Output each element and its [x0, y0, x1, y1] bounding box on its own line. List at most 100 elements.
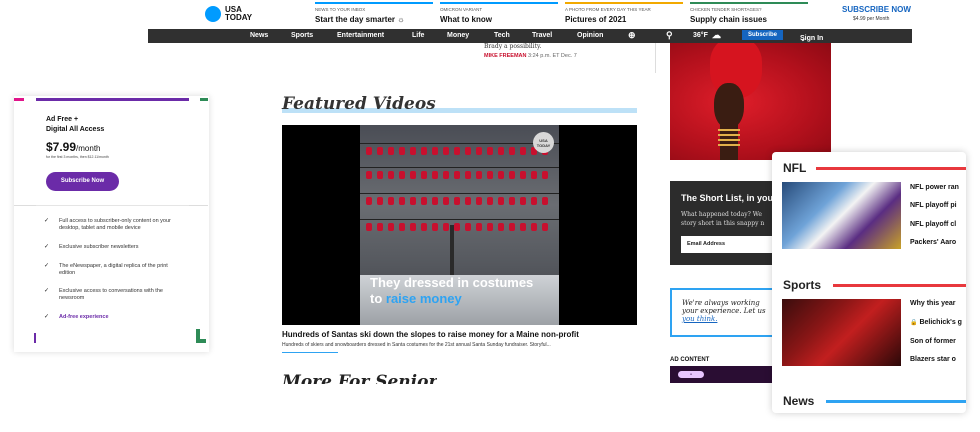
- cloud-icon: ☁: [712, 30, 721, 40]
- santa-figure: [454, 223, 460, 231]
- weather-temp[interactable]: 36°F: [693, 32, 708, 39]
- santa-figure: [443, 147, 449, 155]
- promo-newsletter[interactable]: NEWS TO YOUR INBOX Start the day smarter…: [315, 2, 433, 28]
- santa-figure: [509, 147, 515, 155]
- nav-travel[interactable]: Travel: [532, 32, 552, 39]
- feature-item: ✓ The eNewspaper, a digital replica of th…: [44, 263, 168, 276]
- santa-figure: [487, 197, 493, 205]
- santa-figure: [421, 147, 427, 155]
- santa-figure: [465, 197, 471, 205]
- featured-videos-title: Featured Videos: [282, 94, 436, 114]
- video-caption: They dressed in costumes: [370, 275, 534, 290]
- more-menu-icon[interactable]: ⊕: [628, 30, 636, 41]
- santa-figure: [443, 171, 449, 179]
- santa-figure: [520, 171, 526, 179]
- newsletter-signup: The Short List, in your What happened to…: [670, 181, 773, 265]
- nfl-story[interactable]: NFL power ran: [910, 184, 959, 191]
- santa-figure: [465, 171, 471, 179]
- video-description: Hundreds of skiers and snowboarders dres…: [282, 342, 551, 348]
- search-icon[interactable]: ⚲: [666, 30, 673, 41]
- santa-figure: [410, 171, 416, 179]
- nfl-story[interactable]: NFL playoff pi: [910, 202, 957, 209]
- nav-news[interactable]: News: [250, 32, 268, 39]
- offer-fine-print: for the first 3 months, then $12.11/mont…: [46, 155, 109, 159]
- corner-bracket: [196, 329, 206, 343]
- sports-story[interactable]: Blazers star o: [910, 356, 956, 363]
- santa-figure: [366, 171, 372, 179]
- usa-today-logo-dot[interactable]: [205, 6, 221, 22]
- nfl-story[interactable]: NFL playoff cl: [910, 221, 956, 228]
- santa-figure: [432, 223, 438, 231]
- main-nav: News Sports Entertainment Life Money Tec…: [148, 29, 912, 43]
- santa-figure: [509, 223, 515, 231]
- santa-figure: [399, 223, 405, 231]
- santa-figure: [432, 147, 438, 155]
- feature-item: ✓ Exclusive access to conversations with …: [44, 288, 163, 301]
- santa-figure: [454, 197, 460, 205]
- santa-figure: [476, 197, 482, 205]
- section-title-news[interactable]: News: [783, 394, 814, 408]
- promo-omicron[interactable]: OMICRON VARIANT What to know: [440, 2, 558, 28]
- santa-figure: [366, 147, 372, 155]
- nav-subscribe-button[interactable]: Subscribe: [742, 30, 784, 40]
- article-byline: MIKE FREEMAN 3:24 p.m. ET Dec. 7: [484, 53, 577, 59]
- sports-thumbnail[interactable]: [782, 299, 901, 366]
- video-headline[interactable]: Hundreds of Santas ski down the slopes t…: [282, 330, 579, 339]
- santa-figure: [377, 171, 383, 179]
- offer-title: Ad Free + Digital All Access: [46, 116, 105, 133]
- sports-story[interactable]: Son of former: [910, 338, 956, 345]
- usa-today-logo-text[interactable]: USA TODAY: [225, 6, 252, 22]
- sports-story[interactable]: Why this year: [910, 300, 956, 307]
- nfl-thumbnail[interactable]: [782, 182, 901, 249]
- santa-figure: [454, 147, 460, 155]
- santa-figure: [454, 171, 460, 179]
- feedback-box[interactable]: We're always working your experience. Let…: [670, 288, 773, 337]
- subscribe-now-link[interactable]: SUBSCRIBE NOW: [842, 5, 911, 14]
- hero-image[interactable]: [670, 43, 831, 160]
- santa-figure: [520, 223, 526, 231]
- check-icon: ✓: [44, 288, 50, 294]
- santa-figure: [432, 197, 438, 205]
- section-rule: [816, 167, 966, 170]
- nav-money[interactable]: Money: [447, 32, 469, 39]
- santa-figure: [465, 147, 471, 155]
- ad-content-label: AD CONTENT: [670, 357, 710, 363]
- santa-figure: [399, 171, 405, 179]
- promo-bar: [690, 2, 808, 4]
- section-title-nfl[interactable]: NFL: [783, 161, 806, 175]
- offer-price: $7.99/month: [46, 140, 101, 154]
- feature-item: ✓ Ad-free experience: [44, 314, 109, 320]
- santa-figure: [443, 197, 449, 205]
- santa-figure: [476, 223, 482, 231]
- santa-figure: [388, 223, 394, 231]
- santa-figure: [520, 147, 526, 155]
- santa-figure: [377, 147, 383, 155]
- santa-figure: [476, 147, 482, 155]
- email-field[interactable]: Email Address: [681, 236, 773, 253]
- santa-figure: [366, 197, 372, 205]
- santa-figure: [520, 197, 526, 205]
- feature-item: ✓ Exclusive subscriber newsletters: [44, 244, 139, 250]
- nav-life[interactable]: Life: [412, 32, 424, 39]
- nav-entertainment[interactable]: Entertainment: [337, 32, 384, 39]
- section-rule: [826, 400, 966, 403]
- santa-figure: [487, 147, 493, 155]
- nfl-story[interactable]: Packers' Aaro: [910, 239, 956, 246]
- promo-supply-chain[interactable]: CHICKEN TENDER SHORTAGES? Supply chain i…: [690, 2, 808, 28]
- santa-figure: [509, 171, 515, 179]
- nav-tech[interactable]: Tech: [494, 32, 510, 39]
- promo-bar: [440, 2, 558, 4]
- next-section-title: More For Senior: [282, 372, 438, 384]
- promo-pictures[interactable]: A PHOTO FROM EVERY DAY THIS YEAR Picture…: [565, 2, 683, 28]
- divider: [189, 205, 208, 206]
- sports-story[interactable]: 🔒 Belichick's g: [910, 319, 962, 326]
- santa-figure: [421, 171, 427, 179]
- santa-figure: [443, 223, 449, 231]
- card-edge-accent: [200, 98, 208, 101]
- santa-figure: [421, 197, 427, 205]
- subscribe-now-button[interactable]: Subscribe Now: [46, 172, 119, 191]
- nav-opinion[interactable]: Opinion: [577, 32, 603, 39]
- nav-sports[interactable]: Sports: [291, 32, 313, 39]
- section-title-sports[interactable]: Sports: [783, 278, 821, 292]
- santa-figure: [410, 147, 416, 155]
